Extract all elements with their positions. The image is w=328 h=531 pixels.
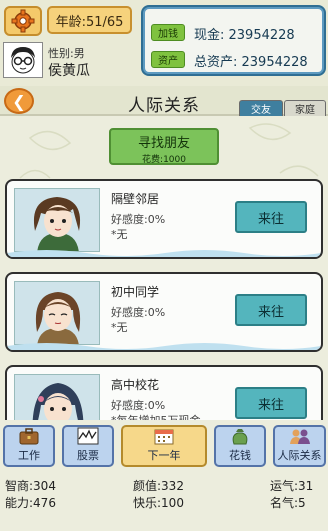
title-bar: ❮ 人际关系 交友 家庭 — [0, 86, 328, 116]
tab-family[interactable]: 家庭 — [284, 100, 326, 116]
interact-button[interactable]: 来往 — [235, 387, 307, 419]
stat-luck: 运气:31 — [270, 479, 314, 493]
friend-favor: 好感度:0% — [111, 399, 166, 412]
header: 年龄:51/65 性别:男 侯黄瓜 加钱 现金: 23954228 资产 总资产… — [0, 0, 328, 86]
people-icon — [289, 429, 310, 444]
card-wave-decoration — [7, 250, 321, 257]
money-bag-icon — [232, 429, 248, 445]
stat-fame: 名气:5 — [270, 496, 306, 510]
cash-value: 现金: 23954228 — [194, 28, 295, 43]
friend-name: 初中同学 — [111, 285, 160, 299]
nav-next-year-button[interactable]: 下一年 — [121, 425, 207, 467]
nav-stock-label: 股票 — [77, 449, 99, 462]
nav-spend-label: 花钱 — [229, 449, 251, 462]
stat-looks: 颜值:332 — [133, 479, 184, 493]
total-assets-value: 总资产: 23954228 — [194, 55, 308, 70]
friend-portrait — [14, 188, 100, 252]
nav-social-label: 人际关系 — [277, 449, 322, 462]
friend-portrait — [14, 374, 100, 420]
gear-icon — [11, 9, 35, 33]
friend-favor: 好感度:0% — [111, 306, 166, 319]
assets-tag[interactable]: 资产 — [151, 51, 185, 68]
player-name: 侯黄瓜 — [48, 63, 90, 79]
friend-note: *无 — [111, 228, 128, 241]
stat-happiness: 快乐:100 — [133, 496, 184, 510]
nav-stock-button[interactable]: 股票 — [62, 425, 114, 467]
calendar-icon — [154, 429, 174, 445]
gender-label: 性别:男 — [48, 47, 85, 60]
friend-card: 初中同学 好感度:0% *无 来往 — [5, 272, 323, 352]
interact-button[interactable]: 来往 — [235, 201, 307, 233]
settings-button[interactable] — [4, 6, 42, 36]
glasses-face-icon — [11, 47, 35, 74]
nav-work-button[interactable]: 工作 — [3, 425, 55, 467]
friend-card: 高中校花 好感度:0% *每年增加5万现金 来往 — [5, 365, 323, 420]
briefcase-icon — [19, 428, 39, 445]
friend-name: 隔壁邻居 — [111, 192, 160, 206]
stats-panel: 智商:304 颜值:332 运气:31 能力:476 快乐:100 名气:5 — [0, 472, 328, 531]
chart-line-icon — [77, 427, 99, 445]
friend-name: 高中校花 — [111, 378, 160, 392]
stat-iq: 智商:304 — [5, 479, 56, 493]
player-avatar[interactable] — [3, 42, 43, 78]
friend-portrait — [14, 281, 100, 345]
friend-note: *无 — [111, 321, 128, 334]
age-display: 年龄:51/65 — [47, 6, 132, 34]
nav-work-label: 工作 — [18, 449, 40, 462]
nav-next-year-label: 下一年 — [147, 449, 181, 462]
friend-note: *每年增加5万现金 — [111, 412, 201, 420]
add-money-button[interactable]: 加钱 — [151, 24, 185, 41]
nav-social-button[interactable]: 人际关系 — [273, 425, 326, 467]
find-friends-label: 寻找朋友 — [137, 136, 190, 151]
friend-list[interactable]: 寻找朋友 花费:1000 隔壁邻居 好感度:0% *无 来往 初中同学 好感度:… — [0, 118, 328, 420]
find-friends-cost: 花费:1000 — [142, 155, 186, 165]
tab-social[interactable]: 交友 — [239, 100, 283, 116]
find-friends-button[interactable]: 寻找朋友 花费:1000 — [109, 128, 219, 165]
nav-spend-button[interactable]: 花钱 — [214, 425, 266, 467]
interact-button[interactable]: 来往 — [235, 294, 307, 326]
bottom-nav: 工作 股票 下一年 花钱 人际关系 — [0, 421, 328, 469]
card-wave-decoration — [7, 343, 321, 350]
friend-favor: 好感度:0% — [111, 213, 166, 226]
stat-ability: 能力:476 — [5, 496, 56, 510]
friend-card: 隔壁邻居 好感度:0% *无 来往 — [5, 179, 323, 259]
money-panel: 加钱 现金: 23954228 资产 总资产: 23954228 — [141, 5, 326, 76]
